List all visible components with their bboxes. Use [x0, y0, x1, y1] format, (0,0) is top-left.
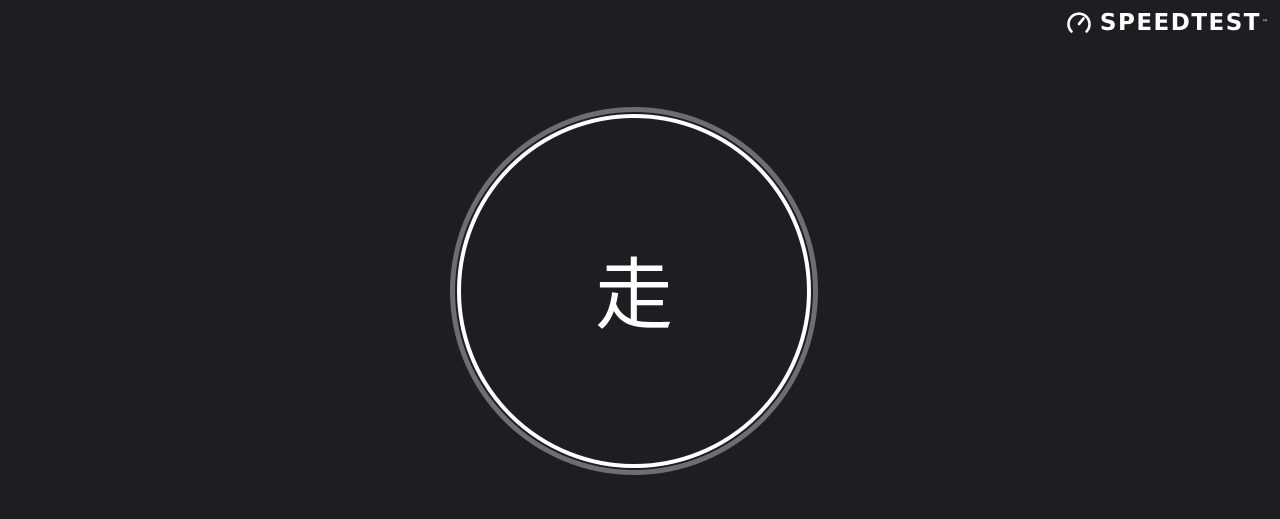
speedtest-logo[interactable]: SPEEDTEST ™	[1065, 9, 1268, 37]
trademark-symbol: ™	[1262, 19, 1268, 26]
speedtest-logo-text: SPEEDTEST	[1099, 10, 1261, 36]
speedtest-page: SPEEDTEST ™ 走	[0, 0, 1280, 519]
go-button-label: 走	[594, 251, 673, 341]
speedometer-icon	[1067, 12, 1091, 33]
go-button[interactable]: 走	[457, 114, 811, 468]
